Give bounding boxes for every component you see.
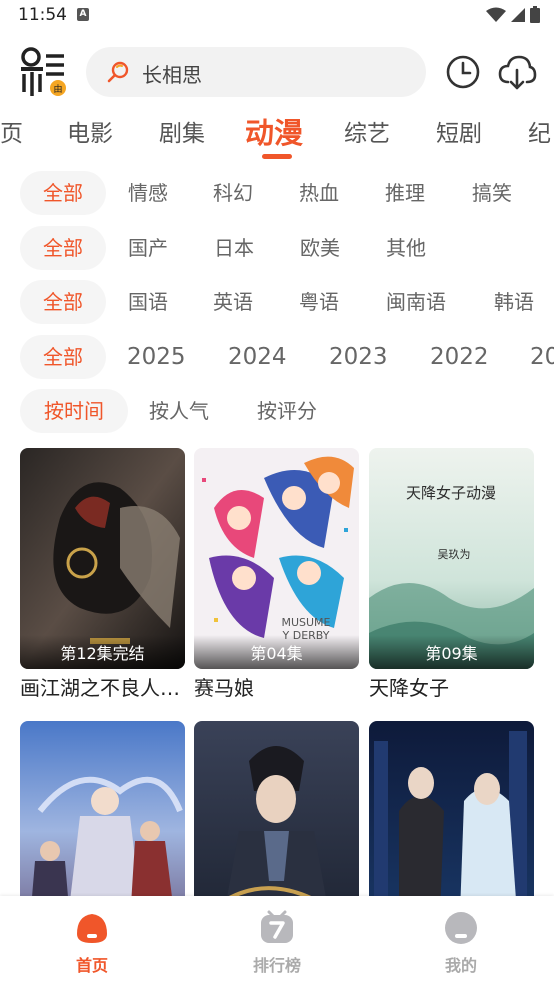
cloud-download-icon[interactable]: [497, 52, 537, 92]
filter-chip[interactable]: 欧美: [300, 226, 340, 270]
search-input[interactable]: 长相思: [86, 47, 426, 97]
filter-chip[interactable]: 闽南语: [386, 280, 446, 324]
filter-chip[interactable]: 粤语: [299, 280, 339, 324]
ranking-icon: [261, 910, 293, 943]
filter-chip[interactable]: 全部: [20, 280, 106, 324]
notification-icon: A: [77, 8, 89, 21]
filter-chip[interactable]: 20: [530, 335, 554, 379]
filter-chip[interactable]: 2024: [228, 335, 287, 379]
poster-image: MUSUME Y DERBY 第04集: [194, 448, 359, 669]
card-title: 画江湖之不良人 第七季: [20, 676, 185, 700]
filter-region: 全部 国产 日本 欧美 其他: [0, 226, 554, 270]
tab-documentary[interactable]: 纪: [528, 114, 551, 148]
header: 由 长相思: [0, 44, 554, 100]
filter-chip[interactable]: 2025: [127, 335, 186, 379]
status-bar: 11:54 A: [0, 0, 554, 32]
filter-chip[interactable]: 全部: [20, 226, 106, 270]
app-logo-icon[interactable]: 由: [18, 46, 68, 98]
tab-movie[interactable]: 电影: [67, 114, 113, 148]
filter-year: 全部 2025 2024 2023 2022 20: [0, 335, 554, 379]
filter-chip[interactable]: 热血: [299, 171, 339, 215]
tab-anime[interactable]: 动漫: [245, 110, 303, 152]
filter-sort: 按时间 按人气 按评分: [0, 389, 554, 433]
sort-chip[interactable]: 按评分: [257, 389, 317, 433]
active-tab-indicator: [262, 154, 292, 159]
card-title: 天降女子: [369, 676, 449, 700]
filter-genre: 全部 情感 科幻 热血 推理 搞笑: [0, 171, 554, 215]
svg-text:MUSUME: MUSUME: [281, 616, 330, 629]
episode-badge: 第04集: [194, 635, 359, 669]
filter-chip[interactable]: 搞笑: [472, 171, 512, 215]
episode-badge: 第12集完结: [20, 635, 185, 669]
filter-chip[interactable]: 2022: [430, 335, 489, 379]
sort-chip[interactable]: 按时间: [20, 389, 128, 433]
wifi-icon: [486, 7, 506, 22]
nav-label: 我的: [444, 956, 477, 975]
filter-chip[interactable]: 国语: [128, 280, 168, 324]
tab-series[interactable]: 剧集: [159, 114, 205, 148]
filter-chip[interactable]: 全部: [20, 335, 106, 379]
battery-icon: [530, 6, 540, 23]
nav-home[interactable]: 首页: [32, 896, 152, 984]
tab-short-drama[interactable]: 短剧: [436, 114, 482, 148]
search-query: 长相思: [142, 63, 202, 87]
poster-image: 天降女子动漫 吴玖为 第09集: [369, 448, 534, 669]
filter-chip[interactable]: 其他: [386, 226, 426, 270]
nav-label: 首页: [75, 956, 108, 975]
svg-text:由: 由: [53, 83, 62, 95]
filter-language: 全部 国语 英语 粤语 闽南语 韩语: [0, 280, 554, 324]
status-icons: [486, 6, 540, 23]
poster-title-text: 天降女子动漫: [406, 484, 496, 502]
filter-chip[interactable]: 推理: [385, 171, 425, 215]
signal-icon: [511, 7, 525, 22]
nav-label: 排行榜: [252, 956, 301, 975]
sort-chip[interactable]: 按人气: [149, 389, 209, 433]
poster-subtitle-text: 吴玖为: [438, 548, 471, 561]
nav-ranking[interactable]: 排行榜: [217, 896, 337, 984]
history-clock-icon[interactable]: [445, 54, 481, 90]
category-tabs: 页 电影 剧集 动漫 综艺 短剧 纪: [0, 108, 554, 162]
episode-badge: 第09集: [369, 635, 534, 669]
bottom-nav: 首页 排行榜 我的: [0, 896, 554, 984]
filter-chip[interactable]: 2023: [329, 335, 388, 379]
card-title: 赛马娘: [194, 676, 254, 700]
tab-variety[interactable]: 综艺: [344, 114, 390, 148]
filter-chip[interactable]: 科幻: [213, 171, 253, 215]
status-time: 11:54: [18, 5, 67, 25]
search-icon: [107, 61, 129, 83]
nav-profile[interactable]: 我的: [401, 896, 521, 984]
filter-chip[interactable]: 日本: [214, 226, 254, 270]
filter-chip[interactable]: 国产: [128, 226, 168, 270]
filter-chip[interactable]: 情感: [128, 171, 168, 215]
filter-chip[interactable]: 英语: [213, 280, 253, 324]
home-icon: [77, 914, 107, 943]
filter-chip[interactable]: 全部: [20, 171, 106, 215]
profile-icon: [445, 912, 477, 944]
tab-home[interactable]: 页: [0, 114, 23, 148]
poster-image: 第12集完结: [20, 448, 185, 669]
filter-chip[interactable]: 韩语: [494, 280, 534, 324]
